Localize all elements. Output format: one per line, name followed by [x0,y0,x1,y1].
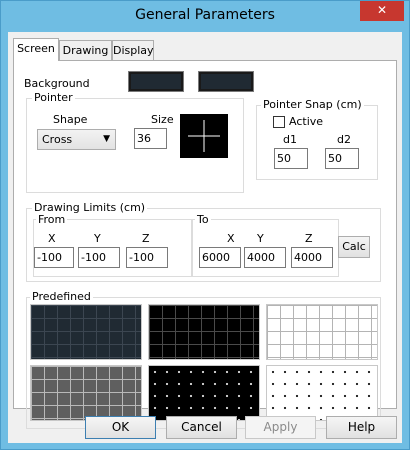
from-y-input[interactable] [78,247,120,268]
swatch-fill [131,74,181,89]
pointer-group-label: Pointer [32,91,75,104]
snap-active-checkbox[interactable] [273,116,285,128]
background-color-1-swatch[interactable] [128,71,184,92]
dialog-client: Screen Drawing Display Background Pointe… [8,32,402,443]
swatch-fill [201,74,251,89]
d2-label: d2 [337,133,351,146]
from-x-label: X [48,232,56,245]
from-z-input[interactable] [126,247,168,268]
preset-tile-1[interactable] [30,304,142,360]
tab-drawing[interactable]: Drawing [59,40,112,60]
preset-tile-3[interactable] [266,304,378,360]
from-group-label: From [36,213,68,226]
snap-active-label: Active [289,115,324,128]
pointer-preview [180,114,228,158]
to-y-input[interactable] [244,247,286,268]
to-z-input[interactable] [291,247,333,268]
d1-input[interactable] [274,148,308,169]
background-label: Background [24,77,90,90]
preset-tile-2[interactable] [148,304,260,360]
apply-button[interactable]: Apply [245,416,316,439]
calc-button[interactable]: Calc [338,236,370,258]
to-group-label: To [195,213,211,226]
shape-value: Cross [42,133,73,146]
drawing-limits-group: Drawing Limits (cm) From X Y Z To X Y Z [26,202,381,282]
pointer-group: Pointer Shape Cross ▼ Size [26,92,244,193]
to-group: To X Y Z [192,214,339,277]
predefined-group: Predefined [26,291,381,429]
cross-pointer-icon [188,120,220,152]
preset-tile-5[interactable] [148,365,260,421]
d2-input[interactable] [325,148,359,169]
size-input[interactable] [134,128,167,149]
help-button[interactable]: Help [326,416,397,439]
to-z-label: Z [305,232,313,245]
preset-tile-6[interactable] [266,365,378,421]
to-y-label: Y [257,232,264,245]
cancel-button[interactable]: Cancel [166,416,237,439]
predefined-group-label: Predefined [30,290,93,303]
preset-tile-4[interactable] [30,365,142,421]
chevron-down-icon: ▼ [103,134,110,144]
from-z-label: Z [142,232,150,245]
shape-label: Shape [53,113,88,126]
to-x-label: X [227,232,235,245]
from-group: From X Y Z [33,214,192,277]
tab-screen[interactable]: Screen [13,38,59,61]
title-bar[interactable]: General Parameters ✕ [1,1,409,32]
window-title: General Parameters [135,7,275,23]
to-x-input[interactable] [199,247,241,268]
from-y-label: Y [94,232,101,245]
close-icon[interactable]: ✕ [360,1,404,21]
from-x-input[interactable] [34,247,74,268]
shape-select[interactable]: Cross ▼ [37,129,116,150]
tab-display[interactable]: Display [112,40,154,60]
size-label: Size [151,113,174,126]
dialog-window: General Parameters ✕ Screen Drawing Disp… [0,0,410,450]
pointer-snap-group-label: Pointer Snap (cm) [261,98,364,111]
screen-tab-panel: Background Pointer Shape Cross ▼ Size 36… [13,60,397,429]
d1-label: d1 [283,133,297,146]
background-color-2-swatch[interactable] [198,71,254,92]
ok-button[interactable]: OK [85,416,156,439]
pointer-snap-group: Pointer Snap (cm) Active d1 d2 [256,99,378,180]
